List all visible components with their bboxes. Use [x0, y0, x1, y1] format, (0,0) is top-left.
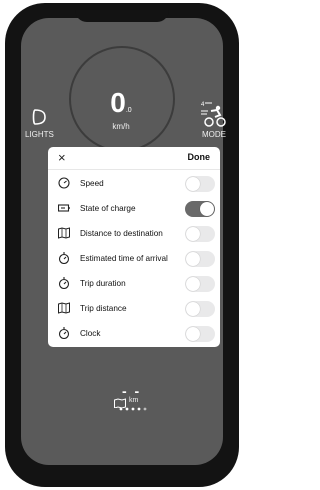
- settings-row-trip-distance[interactable]: Trip distance: [48, 298, 220, 320]
- speed-unit: km/h: [112, 122, 130, 131]
- mode-cyclist-icon[interactable]: 4: [200, 100, 226, 133]
- settings-row-estimated-time-of-arrival[interactable]: Estimated time of arrival: [48, 248, 220, 270]
- lights-icon[interactable]: [31, 108, 47, 131]
- toggle-clock[interactable]: [185, 326, 215, 342]
- done-button[interactable]: Done: [188, 152, 211, 162]
- phone-notch: [75, 8, 169, 22]
- toggle-knob: [186, 252, 200, 266]
- speedometer-icon: [58, 177, 70, 189]
- map-icon: [58, 227, 70, 239]
- toggle-trip-duration[interactable]: [185, 276, 215, 292]
- speed-decimal: .0: [125, 107, 132, 114]
- stopwatch-icon: [58, 252, 70, 264]
- settings-row-label: Clock: [80, 329, 101, 338]
- battery-icon: [58, 204, 70, 212]
- toggle-knob: [186, 277, 200, 291]
- bottom-unit: km: [129, 397, 139, 404]
- settings-row-speed[interactable]: Speed: [48, 173, 220, 195]
- speed-readout: 0.0: [86, 87, 156, 119]
- toggle-state-of-charge[interactable]: [185, 201, 215, 217]
- mode-label: MODE: [202, 130, 226, 139]
- toggle-knob: [200, 202, 214, 216]
- stopwatch-icon: [58, 327, 70, 339]
- settings-row-trip-duration[interactable]: Trip duration: [48, 273, 220, 295]
- toggle-distance-to-destination[interactable]: [185, 226, 215, 242]
- toggle-knob: [186, 227, 200, 241]
- page-indicator-dots[interactable]: [118, 405, 154, 413]
- settings-row-label: Speed: [80, 179, 104, 188]
- close-button[interactable]: ×: [58, 150, 66, 165]
- speed-value: 0: [110, 87, 126, 118]
- display-settings-sheet: × Done Speed State of charge Distance to…: [48, 147, 220, 347]
- toggle-knob: [186, 177, 200, 191]
- settings-row-state-of-charge[interactable]: State of charge: [48, 198, 220, 220]
- toggle-knob: [186, 302, 200, 316]
- mode-level: 4: [201, 102, 205, 108]
- lights-label: LIGHTS: [25, 130, 54, 139]
- settings-row-label: State of charge: [80, 204, 136, 213]
- toggle-trip-distance[interactable]: [185, 301, 215, 317]
- toggle-knob: [186, 327, 200, 341]
- sheet-header: × Done: [48, 147, 220, 170]
- stopwatch-icon: [58, 277, 70, 289]
- settings-row-clock[interactable]: Clock: [48, 323, 220, 345]
- toggle-speed[interactable]: [185, 176, 215, 192]
- settings-row-label: Estimated time of arrival: [80, 254, 168, 263]
- settings-row-label: Distance to destination: [80, 229, 163, 238]
- settings-row-label: Trip distance: [80, 304, 127, 313]
- map-icon: [58, 302, 70, 314]
- settings-row-distance-to-destination[interactable]: Distance to destination: [48, 223, 220, 245]
- toggle-estimated-time-of-arrival[interactable]: [185, 251, 215, 267]
- settings-row-label: Trip duration: [80, 279, 126, 288]
